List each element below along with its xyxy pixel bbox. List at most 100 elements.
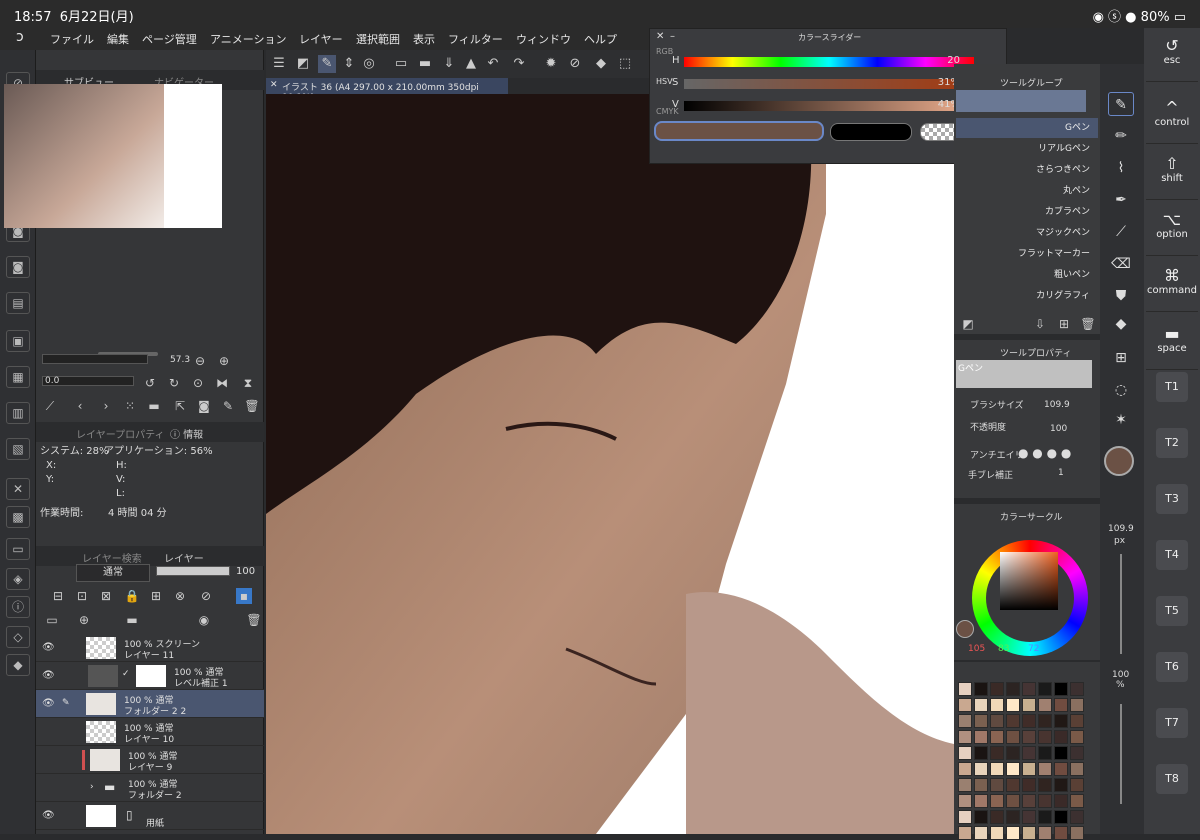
palette-swatch[interactable] <box>974 714 988 728</box>
space-key[interactable]: ▬ space <box>1146 316 1198 370</box>
import-icon[interactable]: ⇩ <box>1032 316 1048 332</box>
menu-layer[interactable]: レイヤー <box>299 31 343 47</box>
palette-swatch[interactable] <box>990 698 1004 712</box>
layer-op-icon[interactable]: ⊗ <box>172 588 188 604</box>
palette-swatch[interactable] <box>958 826 972 840</box>
palette-swatch[interactable] <box>1070 826 1084 840</box>
stabilization-value[interactable]: 1 <box>1058 468 1064 478</box>
trash-icon[interactable]: 🗑 <box>246 612 262 628</box>
tool-icon[interactable]: ▧ <box>6 438 30 460</box>
subview-preview[interactable] <box>4 84 222 228</box>
lock-icon[interactable]: 🔒 <box>124 588 140 604</box>
edit-icon[interactable]: ✎ <box>220 398 236 414</box>
chevron-right-icon[interactable]: › <box>90 782 94 792</box>
palette-swatch[interactable] <box>1022 746 1036 760</box>
palette-swatch[interactable] <box>1038 730 1052 744</box>
new-folder-icon[interactable]: ▬ <box>124 612 140 628</box>
t7-key[interactable]: T7 <box>1156 708 1188 738</box>
undo-icon[interactable]: ↶ <box>484 55 502 73</box>
tool-icon[interactable]: ▦ <box>6 366 30 388</box>
loading-icon[interactable]: ✹ <box>542 55 560 73</box>
palette-swatch[interactable] <box>1038 714 1052 728</box>
opacity-slider[interactable] <box>156 566 230 576</box>
new-icon[interactable]: ▭ <box>392 55 410 73</box>
layer-color-icon[interactable]: ▪ <box>236 588 252 604</box>
palette-swatch[interactable] <box>1022 794 1036 808</box>
palette-swatch[interactable] <box>958 762 972 776</box>
layer-row[interactable]: 👁 ✓ 100 % 通常 レベル補正 1 <box>36 662 264 690</box>
palette-swatch[interactable] <box>974 794 988 808</box>
tool-icon[interactable]: ⇕ <box>340 55 358 73</box>
palette-swatch[interactable] <box>1070 794 1084 808</box>
palette-swatch[interactable] <box>1054 810 1068 824</box>
sub-color-swatch[interactable] <box>830 123 912 141</box>
zoom-slider[interactable] <box>42 354 148 364</box>
opacity-value[interactable]: 100 <box>1050 424 1067 434</box>
palette-swatch[interactable] <box>1022 762 1036 776</box>
palette-swatch[interactable] <box>974 698 988 712</box>
folder-icon[interactable]: ▬ <box>416 55 434 73</box>
zoom-in-icon[interactable]: ⊕ <box>216 353 232 369</box>
palette-swatch[interactable] <box>974 746 988 760</box>
palette-swatch[interactable] <box>1022 810 1036 824</box>
close-icon[interactable]: ✕ <box>6 478 30 500</box>
trash-icon[interactable]: 🗑 <box>1080 316 1096 332</box>
drawing-canvas[interactable] <box>266 94 954 834</box>
eraser-icon[interactable]: ⌫ <box>1108 252 1134 276</box>
layers-icon[interactable]: ◇ <box>6 626 30 648</box>
palette-swatch[interactable] <box>1022 826 1036 840</box>
close-icon[interactable]: ✕ <box>270 80 278 90</box>
eye-icon[interactable]: 👁 <box>42 642 55 653</box>
trash-icon[interactable]: 🗑 <box>244 398 260 414</box>
tab-layer-property[interactable]: レイヤープロパティ <box>76 426 165 441</box>
menu-edit[interactable]: 編集 <box>107 31 129 47</box>
control-key[interactable]: ^ control <box>1146 90 1198 144</box>
tool-icon[interactable]: ⊘ <box>566 55 584 73</box>
brush-item[interactable]: マジックペン <box>956 223 1098 243</box>
menu-view[interactable]: 表示 <box>413 31 435 47</box>
t6-key[interactable]: T6 <box>1156 652 1188 682</box>
menu-page[interactable]: ページ管理 <box>142 31 197 47</box>
menu-selection[interactable]: 選択範囲 <box>356 31 400 47</box>
close-icon[interactable]: ✕ <box>656 31 664 42</box>
grid-icon[interactable]: ⁙ <box>122 398 138 414</box>
zoom-out-icon[interactable]: ⊖ <box>192 353 208 369</box>
brush-size-value[interactable]: 109.9 <box>1044 400 1070 410</box>
layer-row[interactable]: 100 % 通常 レイヤー 9 <box>36 746 264 774</box>
layer-op-icon[interactable]: ⊡ <box>74 588 90 604</box>
tool-icon[interactable]: ◩ <box>294 55 312 73</box>
palette-swatch[interactable] <box>1038 762 1052 776</box>
layer-op-icon[interactable]: ⊠ <box>98 588 114 604</box>
tool-icon[interactable]: ◩ <box>960 316 976 332</box>
palette-swatch[interactable] <box>958 746 972 760</box>
t5-key[interactable]: T5 <box>1156 596 1188 626</box>
palette-swatch[interactable] <box>1054 746 1068 760</box>
palette-swatch[interactable] <box>1006 762 1020 776</box>
layer-row[interactable]: › ▬ 100 % 通常 フォルダー 2 <box>36 774 264 802</box>
tool-icon[interactable]: ▤ <box>6 292 30 314</box>
marker-icon[interactable]: ⟋ <box>1108 220 1134 244</box>
layer-row-selected[interactable]: 👁 ✎ 100 % 通常 フォルダー 2 2 <box>36 690 264 718</box>
palette-swatch[interactable] <box>1070 762 1084 776</box>
brush-item[interactable]: フラットマーカー <box>956 244 1098 264</box>
palette-swatch[interactable] <box>1006 826 1020 840</box>
palette-swatch[interactable] <box>990 746 1004 760</box>
command-key[interactable]: ⌘ command <box>1146 258 1198 312</box>
color-swatch[interactable] <box>956 620 974 638</box>
menu-window[interactable]: ウィンドウ <box>516 31 571 47</box>
menu-help[interactable]: ヘルプ <box>584 31 617 47</box>
palette-swatch[interactable] <box>974 730 988 744</box>
mode-rgb[interactable]: RGB <box>656 47 673 56</box>
palette-swatch[interactable] <box>990 810 1004 824</box>
camera-icon[interactable]: ◙ <box>6 256 30 278</box>
palette-swatch[interactable] <box>990 762 1004 776</box>
palette-swatch[interactable] <box>974 778 988 792</box>
palette-swatch[interactable] <box>1022 714 1036 728</box>
eye-icon[interactable]: 👁 <box>42 670 55 681</box>
palette-swatch[interactable] <box>1038 810 1052 824</box>
pen-nib-icon[interactable]: ✒ <box>1108 188 1134 212</box>
palette-swatch[interactable] <box>974 762 988 776</box>
current-color-icon[interactable] <box>1104 446 1134 476</box>
layer-row[interactable]: 👁 ▯ 用紙 <box>36 802 264 830</box>
palette-swatch[interactable] <box>1054 778 1068 792</box>
